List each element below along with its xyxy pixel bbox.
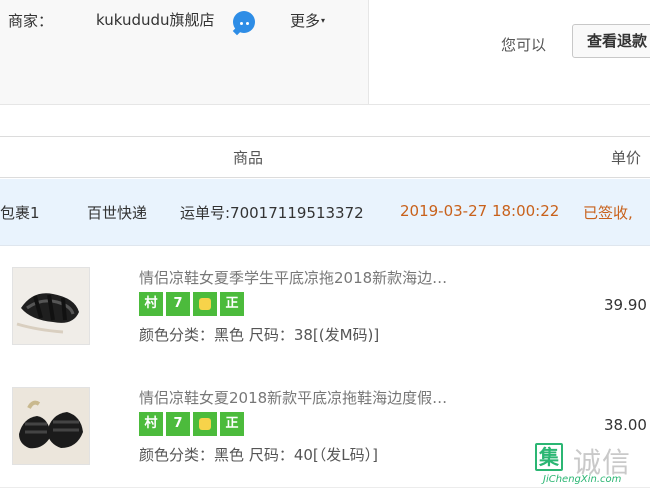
- store-name-link[interactable]: kukududu旗舰店: [96, 9, 215, 30]
- product-attributes: 颜色分类：黑色 尺码：40[（发L码）]: [139, 444, 378, 465]
- size-value: 40[（发L码）]: [293, 446, 378, 464]
- product-attributes: 颜色分类：黑色 尺码：38[(发M码)]: [139, 324, 379, 345]
- more-dropdown[interactable]: 更多▾: [290, 10, 325, 31]
- package-row: 包裹1 百世快递 运单号:70017119513372 2019-03-27 1…: [0, 179, 650, 246]
- product-price: 38.00: [604, 416, 647, 434]
- size-value: 38[(发M码)]: [293, 326, 380, 344]
- watermark-logo-icon: 集: [535, 443, 563, 471]
- caret-down-icon: ▾: [321, 16, 326, 25]
- sandal-image: [13, 268, 89, 344]
- package-carrier: 百世快递: [87, 204, 148, 222]
- actions-hint: 您可以: [501, 36, 547, 54]
- wangwang-chat-icon[interactable]: [233, 11, 255, 33]
- service-badges: 村 7 正: [139, 292, 244, 316]
- shield-icon: [199, 298, 211, 310]
- color-value: 黑色: [214, 446, 245, 464]
- badge-genuine[interactable]: 正: [220, 412, 244, 436]
- service-badges: 村 7 正: [139, 412, 244, 436]
- size-label: 尺码：: [248, 446, 294, 464]
- view-refund-button[interactable]: 查看退款: [572, 24, 650, 58]
- order-detail-page: 商家： kukududu旗舰店 更多▾ 您可以 查看退款 商品 单价 包裹1 百…: [0, 0, 650, 490]
- badge-genuine[interactable]: 正: [220, 292, 244, 316]
- divider: [0, 104, 650, 105]
- column-header-goods: 商品: [233, 149, 264, 167]
- merchant-info-panel: 商家： kukududu旗舰店 更多▾: [0, 0, 369, 104]
- product-price: 39.90: [604, 296, 647, 314]
- shield-icon: [199, 418, 211, 430]
- badge-village[interactable]: 村: [139, 292, 163, 316]
- badge-village[interactable]: 村: [139, 412, 163, 436]
- column-header-price: 单价: [611, 149, 642, 167]
- package-time: 2019-03-27 18:00:22: [400, 202, 560, 220]
- product-title-link[interactable]: 情侣凉鞋女夏2018新款平底凉拖鞋海边度假…: [139, 387, 499, 408]
- more-label: 更多: [290, 12, 321, 30]
- merchant-label: 商家：: [8, 12, 54, 30]
- package-label: 包裹1: [0, 204, 40, 222]
- package-status[interactable]: 已签收,: [583, 202, 633, 223]
- order-item-row: 情侣凉鞋女夏季学生平底凉拖2018新款海边… 村 7 正 颜色分类：黑色 尺码：…: [0, 247, 650, 368]
- product-thumbnail[interactable]: [12, 267, 90, 345]
- sandal-image: [13, 388, 89, 464]
- site-watermark: 集 诚信 JiChengXin.com: [533, 441, 650, 490]
- badge-7day-return[interactable]: 7: [166, 412, 190, 436]
- package-waybill: 运单号:70017119513372: [180, 204, 364, 222]
- size-label: 尺码：: [248, 326, 294, 344]
- table-header: 商品 单价: [0, 136, 650, 178]
- badge-7day-return[interactable]: 7: [166, 292, 190, 316]
- actions-panel: 您可以 查看退款: [369, 0, 650, 104]
- badge-insurance[interactable]: [193, 412, 217, 436]
- product-thumbnail[interactable]: [12, 387, 90, 465]
- badge-insurance[interactable]: [193, 292, 217, 316]
- watermark-url: JiChengXin.com: [543, 474, 622, 485]
- product-title-link[interactable]: 情侣凉鞋女夏季学生平底凉拖2018新款海边…: [139, 267, 499, 288]
- color-label: 颜色分类：: [139, 326, 215, 344]
- color-value: 黑色: [214, 326, 245, 344]
- color-label: 颜色分类：: [139, 446, 215, 464]
